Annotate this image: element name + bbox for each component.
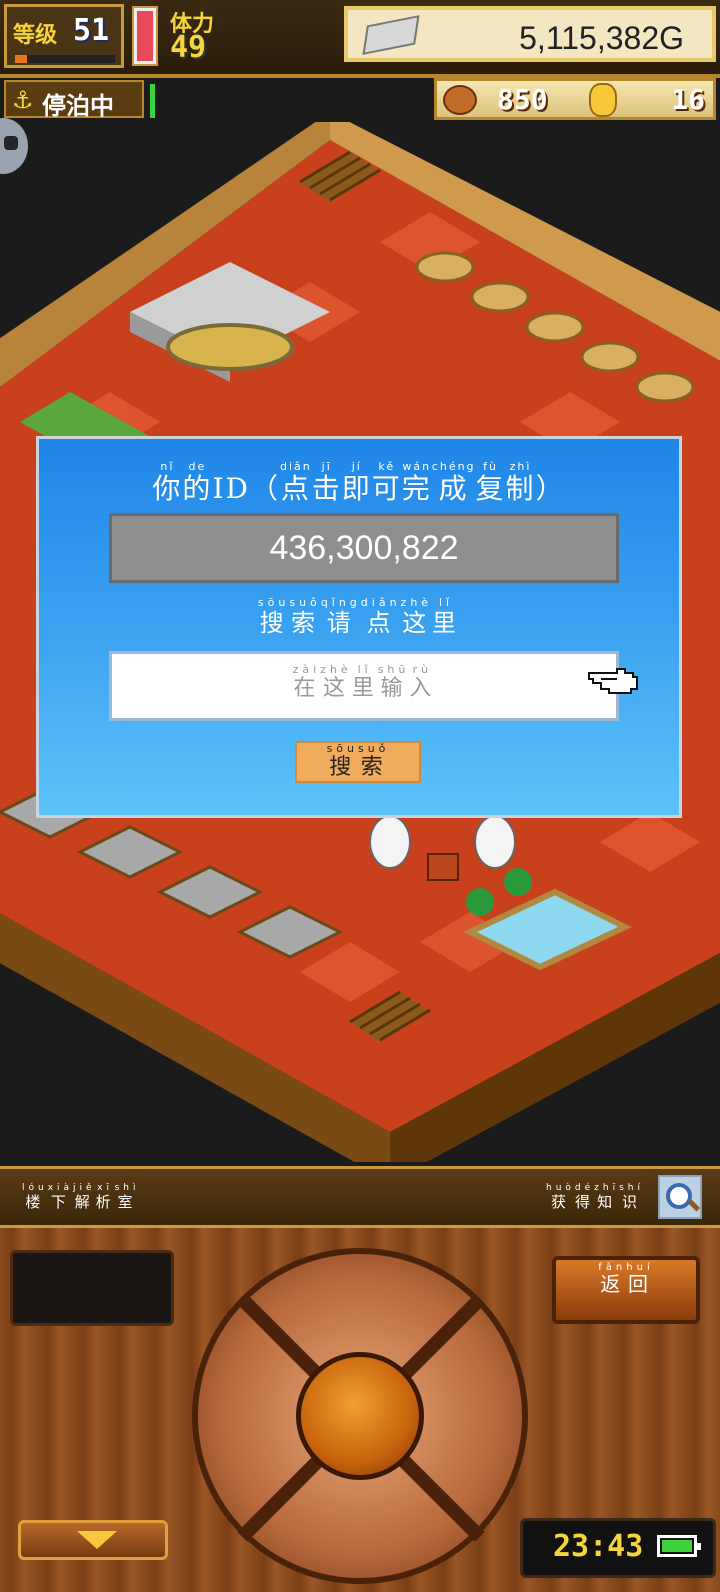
ruby-char: ID xyxy=(212,472,250,505)
ruby-char: （ xyxy=(249,472,280,505)
floor-name: 楼lóu下xià解jiě析xī室shì xyxy=(22,1183,140,1212)
food-icon xyxy=(443,85,477,115)
return-button[interactable]: 返fǎn回huí xyxy=(552,1256,700,1324)
ruby-char: 这zhè xyxy=(320,663,352,701)
level-box[interactable]: 等级 51 xyxy=(4,4,124,68)
docked-label: 停泊中 xyxy=(42,92,114,120)
controller-panel: 返fǎn回huí 23:43 xyxy=(0,1228,720,1592)
ruby-char: 索suǒ xyxy=(289,596,321,637)
ruby-char: 在zài xyxy=(292,663,321,701)
ruby-char: 制zhì xyxy=(505,460,536,505)
battery-icon xyxy=(657,1535,701,1557)
player-id-field[interactable]: 436,300,822 xyxy=(109,513,619,583)
down-arrow-icon xyxy=(77,1531,117,1549)
clock-box: 23:43 xyxy=(520,1518,716,1578)
ruby-char: 可kě xyxy=(371,460,402,505)
clock-value: 23:43 xyxy=(553,1529,644,1564)
search-button[interactable]: 搜sōu索suǒ xyxy=(295,741,421,783)
food-value: 850 xyxy=(497,83,548,116)
level-value: 51 xyxy=(73,13,110,48)
stamina-value: 49 xyxy=(170,30,207,65)
ruby-char: 得dé xyxy=(574,1183,595,1211)
stamina-gauge xyxy=(132,6,158,66)
ruby-char: 识shí xyxy=(619,1183,644,1211)
signal-bar xyxy=(150,84,155,118)
ruby-char: 知zhī xyxy=(594,1183,620,1211)
ruby-char: 即jí xyxy=(341,460,372,505)
info-bar: 楼lóu下xià解jiě析xī室shì 获huò得dé知zhī识shí xyxy=(0,1166,720,1228)
level-progress-bar xyxy=(15,55,115,63)
friend-search-dialog: 你nǐ的deID （ 点diǎn击jī即jí可kě完wán成chéng复fù制z… xyxy=(36,436,682,818)
ruby-char: 入rù xyxy=(409,663,436,701)
silver-bar-icon xyxy=(362,15,420,55)
gold-display[interactable]: 5,115,382G xyxy=(344,6,716,62)
ruby-char: 下xià xyxy=(47,1183,74,1211)
ruby-char: 你nǐ xyxy=(152,460,183,505)
ruby-char: 输shū xyxy=(377,663,410,701)
ruby-char: 完wán xyxy=(401,460,432,505)
gain-knowledge-label: 获huò得dé知zhī识shí xyxy=(546,1183,644,1212)
ruby-char: 室shì xyxy=(114,1183,140,1211)
ruby-char: 索suǒ xyxy=(357,742,390,780)
status-row: ⚓ 停泊中 850 16 xyxy=(0,78,720,122)
ruby-char: 楼lóu xyxy=(22,1183,48,1211)
ruby-char: 里lǐ xyxy=(432,596,461,637)
medal-icon xyxy=(589,83,617,117)
dpad[interactable] xyxy=(192,1248,528,1584)
floor-down-button[interactable] xyxy=(18,1520,168,1560)
ruby-char: 析xī xyxy=(95,1183,115,1211)
mini-screen xyxy=(10,1250,174,1326)
ruby-char: 回huí xyxy=(626,1262,654,1296)
anchor-icon: ⚓ xyxy=(12,86,34,114)
ruby-char: 的de xyxy=(182,460,213,505)
ruby-char: 里lǐ xyxy=(351,663,378,701)
ruby-char: 点diǎn xyxy=(360,596,401,637)
medal-value: 16 xyxy=(671,83,705,116)
ruby-char: 解jiě xyxy=(73,1183,96,1211)
ruby-char: 搜sōu xyxy=(257,596,290,637)
ruby-char: 击jī xyxy=(311,460,342,505)
level-label: 等级 xyxy=(13,23,58,48)
ruby-char: ） xyxy=(535,472,566,505)
ruby-char: 这zhè xyxy=(400,596,433,637)
ruby-char: 成chéng xyxy=(431,460,476,505)
ruby-char: 请qǐng xyxy=(320,596,361,637)
pointer-hand-icon xyxy=(588,668,638,694)
search-title: 搜sōu索suǒ请qǐng点diǎn这zhè里lǐ xyxy=(39,596,679,638)
dpad-center-button[interactable] xyxy=(296,1352,424,1480)
ruby-char: 搜sōu xyxy=(326,742,358,780)
id-title: 你nǐ的deID （ 点diǎn击jī即jí可kě完wán成chéng复fù制z… xyxy=(39,460,679,507)
ruby-char: 获huò xyxy=(545,1183,575,1211)
magnifier-icon[interactable] xyxy=(658,1175,702,1219)
ruby-char: 复fù xyxy=(475,460,506,505)
resource-display[interactable]: 850 16 xyxy=(434,78,716,120)
ruby-char: 点diǎn xyxy=(279,460,312,505)
docked-status[interactable]: ⚓ 停泊中 xyxy=(4,80,144,120)
search-input[interactable]: 在zài这zhè里lǐ输shū入rù xyxy=(109,651,619,721)
top-hud: 等级 51 体力 49 5,115,382G xyxy=(0,0,720,78)
ruby-char: 返fǎn xyxy=(598,1262,627,1296)
gold-value: 5,115,382G xyxy=(519,20,684,56)
